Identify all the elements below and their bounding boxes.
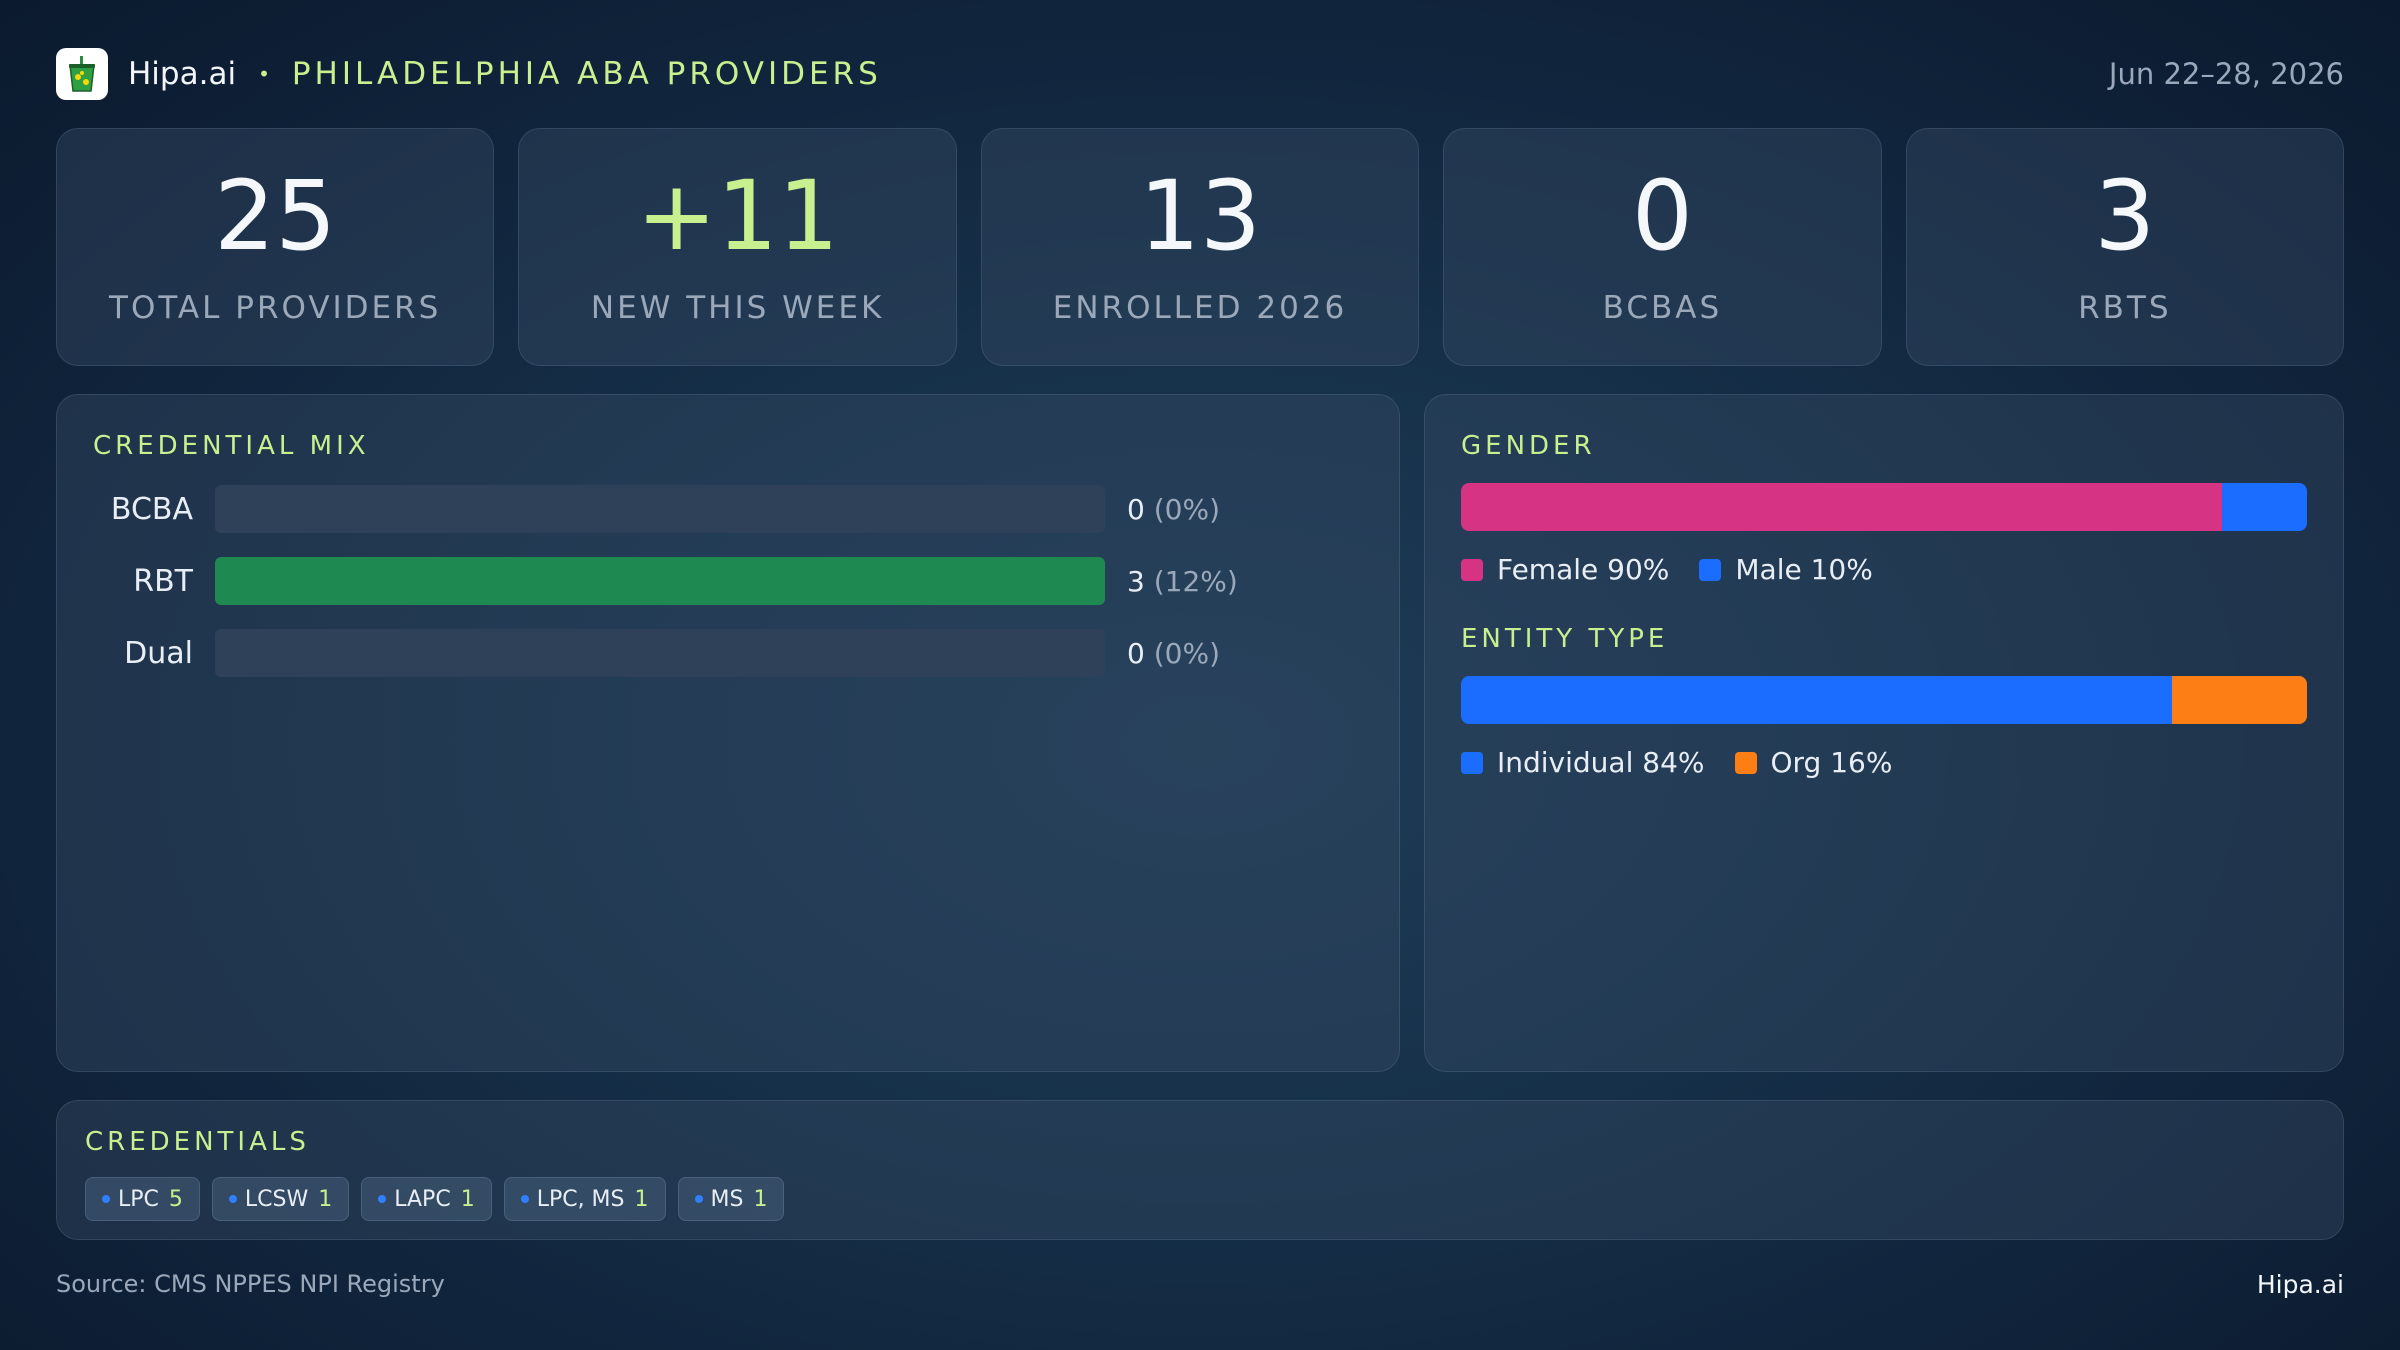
legend-label: Male 10% xyxy=(1735,553,1873,586)
page-title: PHILADELPHIA ABA PROVIDERS xyxy=(291,56,882,92)
bar-value: 3 (12%) xyxy=(1127,565,1238,598)
credentials-title: CREDENTIALS xyxy=(85,1127,310,1157)
chip-count: 1 xyxy=(634,1186,649,1212)
entity-segment-org xyxy=(2171,676,2307,724)
kpi-value: +11 xyxy=(636,160,839,272)
bar-track xyxy=(215,557,1105,605)
bar-value: 0 (0%) xyxy=(1127,637,1220,670)
credential-chip-list: LPC 5 LCSW 1 LAPC 1 LPC, MS 1 MS 1 xyxy=(85,1177,2315,1221)
bar-count: 0 xyxy=(1127,636,1145,670)
kpi-rbts: 3 RBTS xyxy=(1905,128,2345,366)
kpi-enrolled-2026: 13 ENROLLED 2026 xyxy=(980,128,1420,366)
kpi-new-this-week: +11 NEW THIS WEEK xyxy=(518,128,957,366)
credential-bar-row: RBT 3 (12%) xyxy=(93,557,1363,605)
gender-stacked-bar xyxy=(1461,483,2307,531)
chip-dot-icon xyxy=(694,1195,703,1203)
chip-label: LPC xyxy=(118,1186,159,1212)
credential-chip[interactable]: LPC 5 xyxy=(85,1177,200,1221)
credential-bar-row: Dual 0 (0%) xyxy=(93,629,1363,677)
chip-label: LPC, MS xyxy=(536,1186,625,1212)
legend-swatch xyxy=(1699,558,1722,581)
app-logo xyxy=(56,48,108,100)
legend-swatch xyxy=(1461,558,1483,581)
credential-mix-panel: CREDENTIAL MIX BCBA 0 (0%) RBT 3 (12%) D… xyxy=(56,394,1400,1072)
bar-label: BCBA xyxy=(110,491,193,527)
gender-segment-female xyxy=(1461,483,2223,531)
legend-item-male: Male 10% xyxy=(1699,553,1873,586)
credential-chip[interactable]: LCSW 1 xyxy=(211,1177,350,1221)
credential-bar-row: BCBA 0 (0%) xyxy=(93,485,1363,533)
credential-chip[interactable]: LAPC 1 xyxy=(361,1177,492,1221)
kpi-label: ENROLLED 2026 xyxy=(1052,290,1348,326)
entity-type-title: ENTITY TYPE xyxy=(1461,624,1669,654)
kpi-label: NEW THIS WEEK xyxy=(590,290,885,326)
entity-type-stacked-bar xyxy=(1461,676,2307,724)
footer-brand: Hipa.ai xyxy=(2256,1270,2344,1299)
credentials-panel: CREDENTIALS LPC 5 LCSW 1 LAPC 1 LPC, MS 1 MS… xyxy=(56,1100,2344,1240)
bar-percent: (0%) xyxy=(1153,492,1221,526)
bar-fill xyxy=(215,557,1105,605)
credential-chip[interactable]: MS 1 xyxy=(677,1177,785,1221)
drink-cup-icon xyxy=(69,56,95,92)
bar-track xyxy=(215,485,1105,533)
chip-dot-icon xyxy=(228,1195,237,1203)
legend-label: Female 90% xyxy=(1497,553,1670,586)
legend-label: Org 16% xyxy=(1770,746,1893,779)
credential-chip[interactable]: LPC, MS 1 xyxy=(503,1177,666,1221)
entity-type-legend: Individual 84% Org 16% xyxy=(1461,746,2307,779)
kpi-label: RBTS xyxy=(2078,290,2172,326)
gender-legend: Female 90% Male 10% xyxy=(1461,553,2307,586)
kpi-value: 13 xyxy=(1138,160,1262,272)
kpi-value: 0 xyxy=(1631,160,1693,272)
legend-label: Individual 84% xyxy=(1497,746,1705,779)
legend-item-org: Org 16% xyxy=(1734,746,1893,779)
chip-dot-icon xyxy=(520,1195,529,1203)
bar-label: RBT xyxy=(133,563,193,599)
bar-label: Dual xyxy=(124,635,193,671)
bar-percent: (12%) xyxy=(1153,564,1238,598)
legend-item-female: Female 90% xyxy=(1461,553,1669,586)
legend-swatch xyxy=(1461,751,1483,774)
chip-dot-icon xyxy=(378,1195,387,1203)
legend-swatch xyxy=(1734,751,1757,774)
kpi-label: BCBAS xyxy=(1602,290,1723,326)
footer-source: Source: CMS NPPES NPI Registry xyxy=(56,1270,445,1298)
bar-percent: (0%) xyxy=(1153,636,1221,670)
kpi-label: TOTAL PROVIDERS xyxy=(109,290,442,326)
gender-title: GENDER xyxy=(1461,431,1596,461)
chip-count: 1 xyxy=(753,1186,768,1212)
chip-label: LCSW xyxy=(244,1186,309,1212)
chip-label: MS xyxy=(710,1186,744,1212)
legend-item-individual: Individual 84% xyxy=(1461,746,1705,779)
chip-label: LAPC xyxy=(394,1186,451,1212)
header: Hipa.ai • PHILADELPHIA ABA PROVIDERS Jun… xyxy=(56,48,2344,100)
bar-value: 0 (0%) xyxy=(1127,493,1220,526)
demographics-panel: GENDER Female 90% Male 10% ENTITY TYPE I… xyxy=(1424,394,2344,1072)
date-range: Jun 22–28, 2026 xyxy=(2108,57,2344,91)
chip-count: 1 xyxy=(460,1186,475,1212)
title-separator: • xyxy=(258,62,270,86)
kpi-value: 3 xyxy=(2094,160,2156,272)
chip-count: 5 xyxy=(168,1186,183,1212)
bar-track xyxy=(215,629,1105,677)
gender-segment-male xyxy=(2222,483,2307,531)
kpi-total-providers: 25 TOTAL PROVIDERS xyxy=(56,128,495,366)
chip-dot-icon xyxy=(102,1195,110,1203)
kpi-row: 25 TOTAL PROVIDERS +11 NEW THIS WEEK 13 … xyxy=(56,128,2345,366)
entity-segment-individual xyxy=(1461,676,2172,724)
kpi-value: 25 xyxy=(214,160,337,272)
bar-count: 0 xyxy=(1127,492,1145,526)
kpi-bcbas: 0 BCBAS xyxy=(1443,128,1882,366)
bar-count: 3 xyxy=(1127,564,1145,598)
brand-name: Hipa.ai xyxy=(128,56,237,92)
chip-count: 1 xyxy=(318,1186,333,1212)
credential-mix-title: CREDENTIAL MIX xyxy=(93,431,370,461)
